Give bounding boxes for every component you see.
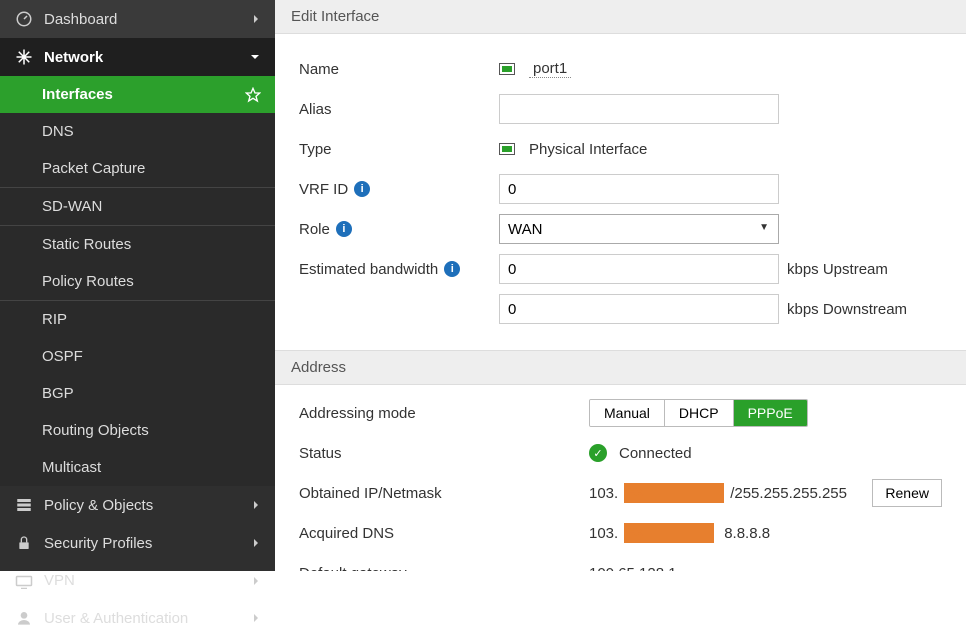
renew-button[interactable]: Renew — [872, 479, 942, 507]
nav-policy-routes[interactable]: Policy Routes — [0, 263, 275, 300]
nav-label: Interfaces — [42, 86, 113, 103]
port-icon — [499, 143, 515, 155]
nav-vpn[interactable]: VPN — [0, 562, 275, 599]
nav-label: Security Profiles — [44, 535, 152, 552]
mode-label: Addressing mode — [299, 405, 589, 422]
mode-pppoe-button[interactable]: PPPoE — [734, 400, 807, 426]
page-title: Edit Interface — [275, 0, 966, 34]
nav-label: Dashboard — [44, 11, 117, 28]
dns-label: Acquired DNS — [299, 525, 589, 542]
mode-dhcp-button[interactable]: DHCP — [665, 400, 734, 426]
chevron-right-icon — [251, 538, 261, 548]
nav-bgp[interactable]: BGP — [0, 375, 275, 412]
nav-rip[interactable]: RIP — [0, 301, 275, 338]
nav-packet-capture[interactable]: Packet Capture — [0, 150, 275, 187]
nav-label: BGP — [42, 385, 74, 402]
nav-sd-wan[interactable]: SD-WAN — [0, 188, 275, 225]
nav-label: OSPF — [42, 348, 83, 365]
port-icon — [499, 63, 515, 75]
bw-label: Estimated bandwidth — [299, 261, 438, 278]
bw-down-input[interactable] — [499, 294, 779, 324]
check-icon: ✓ — [589, 444, 607, 462]
ip-suffix: /255.255.255.255 — [730, 485, 847, 502]
chevron-right-icon — [251, 14, 261, 24]
nav-network[interactable]: Network — [0, 38, 275, 76]
vpn-icon — [14, 573, 34, 589]
type-value: Physical Interface — [529, 141, 647, 158]
name-label: Name — [299, 61, 499, 78]
bw-down-unit: kbps Downstream — [787, 301, 907, 318]
nav-policy-objects[interactable]: Policy & Objects — [0, 486, 275, 524]
redacted-dns: xx — [624, 523, 714, 543]
chevron-right-icon — [251, 500, 261, 510]
nav-user-auth[interactable]: User & Authentication — [0, 599, 275, 637]
name-value: port1 — [529, 60, 571, 78]
nav-interfaces[interactable]: Interfaces — [0, 76, 275, 113]
ip-label: Obtained IP/Netmask — [299, 485, 589, 502]
lock-icon — [14, 534, 34, 552]
nav-dns[interactable]: DNS — [0, 113, 275, 150]
bw-up-input[interactable] — [499, 254, 779, 284]
nav-label: Static Routes — [42, 236, 131, 253]
addressing-mode-group: Manual DHCP PPPoE — [589, 399, 808, 427]
chevron-right-icon — [251, 576, 261, 586]
main-content: Edit Interface Name port1 Alias Type Phy… — [275, 0, 966, 571]
policy-icon — [14, 496, 34, 514]
info-icon[interactable]: i — [444, 261, 460, 277]
chevron-right-icon — [251, 613, 261, 623]
status-label: Status — [299, 445, 589, 462]
nav-network-submenu: Interfaces DNS Packet Capture SD-WAN Sta… — [0, 76, 275, 486]
nav-label: User & Authentication — [44, 610, 188, 627]
info-icon[interactable]: i — [336, 221, 352, 237]
nav-label: Policy & Objects — [44, 497, 153, 514]
nav-routing-objects[interactable]: Routing Objects — [0, 412, 275, 449]
nav-label: Network — [44, 49, 103, 66]
status-value: Connected — [619, 445, 692, 462]
role-label: Role — [299, 221, 330, 238]
address-section-header: Address — [275, 350, 966, 385]
role-select[interactable]: WAN — [499, 214, 779, 244]
nav-label: Policy Routes — [42, 273, 134, 290]
bw-up-unit: kbps Upstream — [787, 261, 888, 278]
nav-label: Multicast — [42, 459, 101, 476]
nav-label: VPN — [44, 572, 75, 589]
nav-label: Routing Objects — [42, 422, 149, 439]
chevron-down-icon — [249, 52, 261, 62]
user-icon — [14, 609, 34, 627]
star-icon — [245, 87, 261, 103]
sidebar: Dashboard Network Interfaces DNS Packet … — [0, 0, 275, 571]
nav-label: SD-WAN — [42, 198, 102, 215]
network-icon — [14, 48, 34, 66]
dns-suffix: 8.8.8.8 — [724, 525, 770, 542]
alias-label: Alias — [299, 101, 499, 118]
gw-label: Default gateway — [299, 565, 589, 572]
address-area: Addressing mode Manual DHCP PPPoE Status… — [275, 385, 966, 571]
nav-label: DNS — [42, 123, 74, 140]
type-label: Type — [299, 141, 499, 158]
nav-ospf[interactable]: OSPF — [0, 338, 275, 375]
nav-dashboard[interactable]: Dashboard — [0, 0, 275, 38]
form-area: Name port1 Alias Type Physical Interface… — [275, 34, 966, 344]
info-icon[interactable]: i — [354, 181, 370, 197]
alias-input[interactable] — [499, 94, 779, 124]
redacted-ip: xx — [624, 483, 724, 503]
dashboard-icon — [14, 10, 34, 28]
gw-value: 100.65.128.1 — [589, 565, 677, 572]
nav-label: Packet Capture — [42, 160, 145, 177]
nav-multicast[interactable]: Multicast — [0, 449, 275, 486]
ip-prefix: 103. — [589, 485, 618, 502]
nav-static-routes[interactable]: Static Routes — [0, 226, 275, 263]
mode-manual-button[interactable]: Manual — [590, 400, 665, 426]
dns-prefix: 103. — [589, 525, 618, 542]
nav-label: RIP — [42, 311, 67, 328]
nav-security-profiles[interactable]: Security Profiles — [0, 524, 275, 562]
vrf-input[interactable] — [499, 174, 779, 204]
vrf-label: VRF ID — [299, 181, 348, 198]
